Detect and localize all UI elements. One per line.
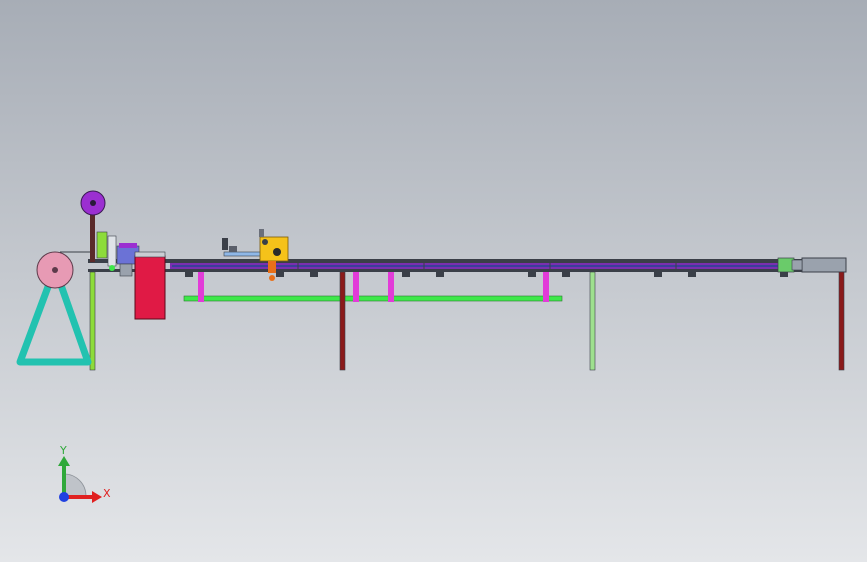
- head-blade: [268, 261, 276, 273]
- feeder-cap: [119, 243, 137, 248]
- head-pivot: [262, 239, 268, 245]
- upper-spool-hub: [90, 200, 96, 206]
- support-post: [543, 272, 549, 302]
- fastener: [276, 272, 284, 277]
- lower-beam: [183, 295, 563, 302]
- control-box-lid: [134, 251, 166, 258]
- head-gear: [273, 248, 281, 256]
- payoff-spool-hub: [52, 267, 58, 273]
- fastener: [436, 272, 444, 277]
- leg-left-lime: [89, 271, 96, 371]
- support-post: [198, 272, 204, 302]
- support-post: [388, 272, 394, 302]
- fastener: [562, 272, 570, 277]
- feeder-roller: [109, 265, 115, 271]
- support-post: [353, 272, 359, 302]
- fastener: [780, 272, 788, 277]
- guide-plate: [107, 235, 117, 267]
- clamp-cap: [791, 259, 803, 271]
- end-block-right: [801, 257, 847, 273]
- head-arm: [223, 251, 263, 257]
- head-top-bolt: [259, 229, 264, 237]
- fastener: [688, 272, 696, 277]
- main-rail-top: [88, 259, 846, 263]
- control-box[interactable]: [134, 255, 166, 320]
- fastener: [402, 272, 410, 277]
- main-rail-bottom: [88, 269, 846, 272]
- fastener: [528, 272, 536, 277]
- clamp-body: [777, 257, 795, 273]
- leg-red-2: [838, 271, 845, 371]
- leg-green: [589, 271, 596, 371]
- cad-viewport[interactable]: Y X: [0, 0, 867, 562]
- head-blade-tip: [269, 275, 275, 281]
- viewport-background: [0, 0, 867, 562]
- feeder-foot: [119, 263, 133, 277]
- x-axis-label: X: [103, 487, 111, 500]
- fastener: [185, 272, 193, 277]
- leg-red-1: [339, 271, 346, 371]
- guide-bracket: [96, 231, 108, 259]
- z-axis-dot: [59, 492, 69, 502]
- head-sensor: [222, 238, 228, 250]
- end-clamp[interactable]: [777, 257, 803, 273]
- main-rail: [88, 257, 847, 273]
- fastener: [654, 272, 662, 277]
- head-sensor-tip: [229, 246, 237, 252]
- main-rail-inner-stripe: [172, 265, 782, 267]
- y-axis-label: Y: [59, 444, 67, 457]
- fastener: [310, 272, 318, 277]
